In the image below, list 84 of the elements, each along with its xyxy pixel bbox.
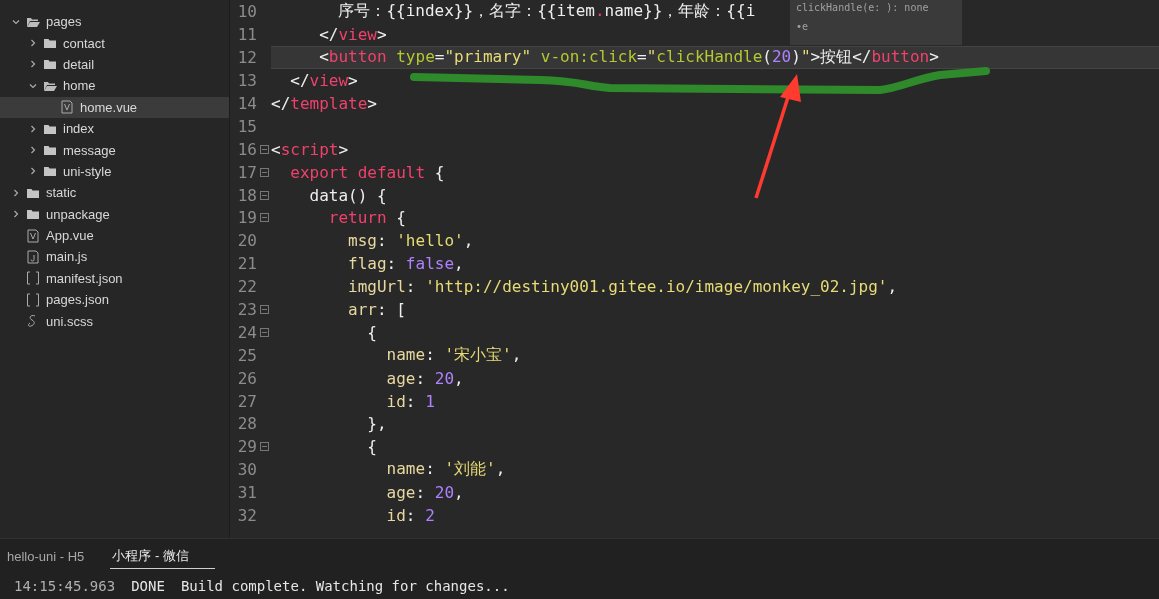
- code-line: </view>: [289, 71, 358, 91]
- line-number: 13: [236, 71, 257, 91]
- tree-item[interactable]: uni.scss: [0, 310, 229, 332]
- tree-item[interactable]: pages: [0, 11, 229, 33]
- log-time: 14:15:45.963: [14, 578, 116, 594]
- line-number: 30: [236, 460, 257, 480]
- log-status: DONE: [131, 578, 165, 594]
- tree-item[interactable]: pages.json: [0, 289, 229, 311]
- code-line: return {: [327, 208, 406, 228]
- tree-item[interactable]: uni-style: [0, 160, 229, 183]
- tree-item[interactable]: detail: [0, 53, 229, 76]
- code-line: <button type="primary" v-on:click="clickHandle(20)">按钮</button>: [318, 47, 939, 69]
- tree-item[interactable]: home: [0, 75, 229, 97]
- line-number: 18: [236, 185, 257, 205]
- brackets-icon: [26, 271, 40, 286]
- code-line: {: [366, 437, 377, 457]
- function-signature: clickHandle(e: ): none: [796, 2, 930, 13]
- tree-item[interactable]: manifest.json: [0, 267, 229, 290]
- line-number: 24: [236, 322, 257, 342]
- folder-icon: [26, 207, 40, 222]
- folder-icon: [43, 164, 57, 179]
- line-number: 19: [236, 208, 257, 228]
- line-number: 22: [236, 277, 257, 297]
- tree-item[interactable]: App.vue: [0, 224, 229, 247]
- code-line: },: [366, 414, 387, 434]
- code-line: 序号：{{index}}，名字：{{item.name}}，年龄：{{i: [337, 1, 756, 23]
- line-number: 10: [236, 2, 257, 22]
- line-number: 28: [236, 414, 257, 434]
- parameter-hint: •e: [796, 21, 810, 32]
- vue-file-icon: [60, 100, 74, 115]
- code-line: export default {: [289, 162, 445, 182]
- tree-item[interactable]: index: [0, 117, 229, 140]
- code-line: name: '宋小宝',: [385, 344, 522, 366]
- line-number: 26: [236, 368, 257, 388]
- fold-icon[interactable]: [259, 144, 269, 154]
- log-message: Build complete. Watching for changes...: [180, 578, 510, 594]
- code-line: {: [366, 322, 377, 342]
- code-line: flag: false,: [347, 254, 464, 274]
- fold-icon[interactable]: [259, 442, 269, 452]
- code-line: imgUrl: 'http://destiny001.gitee.io/image/monkey_02.jpg',: [347, 277, 898, 297]
- line-number: 23: [236, 300, 257, 319]
- fold-icon[interactable]: [259, 305, 269, 314]
- code-line: age: 20,: [385, 368, 464, 388]
- line-number: 25: [236, 345, 257, 365]
- folder-icon: [43, 36, 57, 51]
- code-line: name: '刘能',: [385, 459, 506, 481]
- fold-icon[interactable]: [259, 213, 269, 223]
- panel-tab[interactable]: hello-uni - H5: [7, 547, 89, 569]
- code-line: msg: 'hello',: [347, 231, 474, 251]
- tree-item[interactable]: main.js: [0, 246, 229, 268]
- line-number: 14: [236, 94, 257, 113]
- fold-icon[interactable]: [259, 190, 269, 200]
- line-number: 15: [236, 116, 257, 136]
- brackets-icon: [26, 292, 40, 307]
- tree-item[interactable]: unpackage: [0, 203, 229, 225]
- line-number: 27: [236, 391, 257, 411]
- line-number: 21: [236, 254, 257, 274]
- code-line: id: 1: [385, 391, 435, 411]
- line-number: 11: [236, 25, 257, 45]
- line-number: 12: [236, 48, 257, 68]
- code-line: </template>: [271, 94, 377, 113]
- code-line: data() {: [308, 185, 387, 205]
- folder-icon: [43, 57, 57, 72]
- tree-item[interactable]: contact: [0, 32, 229, 54]
- vue-file-icon: [26, 228, 40, 243]
- code-line: arr: [: [347, 300, 406, 319]
- line-number: 17: [236, 162, 257, 182]
- code-line: <script>: [271, 139, 349, 159]
- code-line: </view>: [318, 25, 387, 45]
- panel-tab[interactable]: 小程序 - 微信: [110, 547, 215, 569]
- tree-item[interactable]: static: [0, 182, 229, 204]
- code-line: age: 20,: [385, 483, 464, 503]
- fold-icon[interactable]: [259, 327, 269, 337]
- file-icon: [26, 250, 40, 264]
- tree-item[interactable]: message: [0, 139, 229, 161]
- fold-icon[interactable]: [259, 167, 269, 177]
- line-number: 31: [236, 483, 257, 503]
- tree-item[interactable]: home.vue: [0, 96, 229, 118]
- line-number: 20: [236, 231, 257, 251]
- line-number: 16: [236, 139, 257, 159]
- folder-icon: [43, 143, 57, 158]
- line-number: 29: [236, 437, 257, 457]
- code-line: id: 2: [385, 506, 435, 526]
- line-number: 32: [236, 506, 257, 526]
